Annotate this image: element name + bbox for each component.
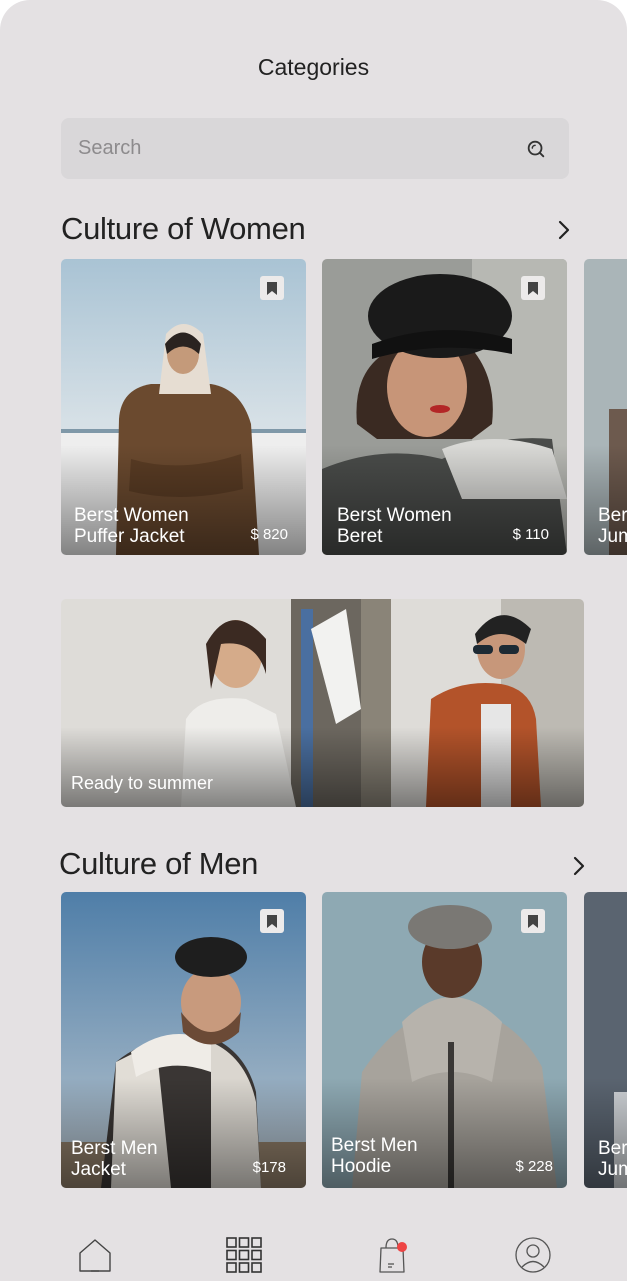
bookmark-icon [528,281,538,295]
product-name: Berst Women Puffer Jacket [74,505,189,547]
product-card[interactable]: Ber Jum [584,259,627,555]
promo-banner[interactable]: Ready to summer [61,599,584,807]
profile-icon [515,1237,551,1273]
product-card[interactable]: Berst Men Hoodie $ 228 [322,892,567,1188]
nav-cart[interactable] [372,1235,412,1275]
bookmark-button[interactable] [521,909,545,933]
product-card[interactable]: Berst Women Beret $ 110 [322,259,567,555]
section-title-men: Culture of Men [59,846,259,881]
product-name: Ber Jum [598,1138,627,1180]
search-bar[interactable] [61,118,569,179]
search-input[interactable] [78,137,525,160]
app-screen: Categories Culture of Women [0,0,627,1281]
nav-categories[interactable] [224,1235,264,1275]
product-price: $178 [252,1159,286,1176]
product-price: $ 820 [250,526,288,543]
banner-text: Ready to summer [71,773,214,793]
product-name: Ber Jum [598,505,627,547]
bag-icon [379,1238,407,1273]
bookmark-button[interactable] [521,276,545,300]
product-name: Berst Women Beret [337,505,452,547]
product-price: $ 228 [515,1158,553,1175]
chevron-right-icon[interactable] [571,855,587,877]
product-card[interactable]: Berst Men Jacket $178 [61,892,306,1188]
chevron-right-icon[interactable] [556,219,572,241]
search-icon[interactable] [525,138,547,160]
grid-icon [226,1237,262,1273]
home-icon [79,1239,111,1272]
page-title: Categories [257,54,370,80]
product-name: Berst Men Hoodie [331,1135,418,1177]
section-title-women: Culture of Women [61,211,306,246]
bookmark-button[interactable] [260,909,284,933]
nav-home[interactable] [75,1235,115,1275]
bookmark-icon [267,281,277,295]
bottom-nav [0,1225,627,1281]
bookmark-button[interactable] [260,276,284,300]
product-card[interactable]: Berst Women Puffer Jacket $ 820 [61,259,306,555]
bookmark-icon [267,914,277,928]
product-card[interactable]: Ber Jum [584,892,627,1188]
nav-profile[interactable] [513,1235,553,1275]
bookmark-icon [528,914,538,928]
product-price: $ 110 [512,526,549,543]
product-name: Berst Men Jacket [71,1138,158,1180]
